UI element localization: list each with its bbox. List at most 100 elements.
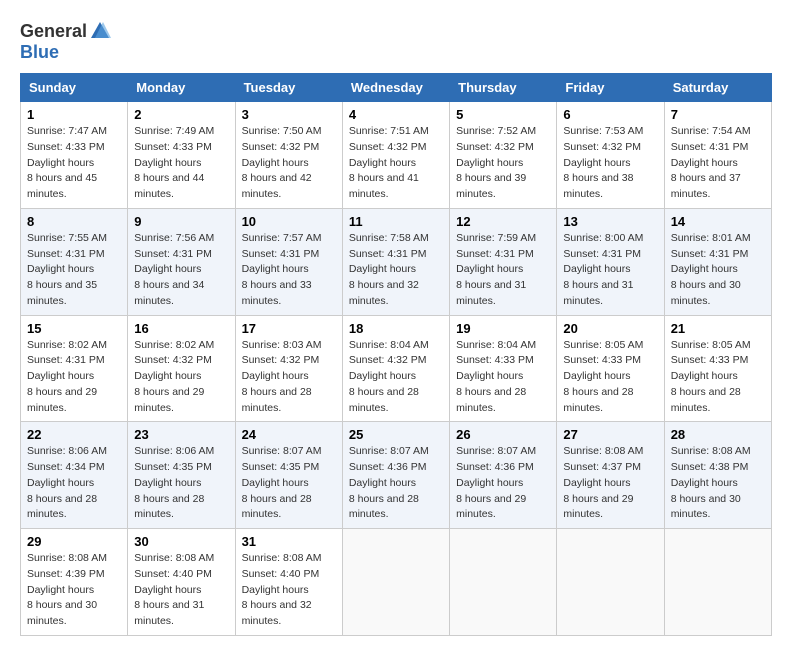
day-info: Sunrise: 8:04 AM Sunset: 4:32 PM Dayligh… xyxy=(349,338,443,417)
day-number: 6 xyxy=(563,107,657,122)
calendar-cell: 10 Sunrise: 7:57 AM Sunset: 4:31 PM Dayl… xyxy=(235,208,342,315)
day-info: Sunrise: 8:08 AM Sunset: 4:37 PM Dayligh… xyxy=(563,444,657,523)
calendar-week-row: 1 Sunrise: 7:47 AM Sunset: 4:33 PM Dayli… xyxy=(21,102,772,209)
logo-blue: Blue xyxy=(20,42,59,63)
calendar-week-row: 22 Sunrise: 8:06 AM Sunset: 4:34 PM Dayl… xyxy=(21,422,772,529)
calendar-cell: 2 Sunrise: 7:49 AM Sunset: 4:33 PM Dayli… xyxy=(128,102,235,209)
daylight-value: 8 hours and 32 minutes. xyxy=(349,279,419,307)
daylight-label: Daylight hours xyxy=(134,263,201,275)
calendar-cell: 15 Sunrise: 8:02 AM Sunset: 4:31 PM Dayl… xyxy=(21,315,128,422)
daylight-label: Daylight hours xyxy=(134,370,201,382)
daylight-value: 8 hours and 28 minutes. xyxy=(456,386,526,414)
sunset-label: Sunset: 4:35 PM xyxy=(134,461,212,473)
daylight-label: Daylight hours xyxy=(563,370,630,382)
daylight-label: Daylight hours xyxy=(27,584,94,596)
day-info: Sunrise: 7:51 AM Sunset: 4:32 PM Dayligh… xyxy=(349,124,443,203)
daylight-label: Daylight hours xyxy=(563,157,630,169)
daylight-value: 8 hours and 28 minutes. xyxy=(563,386,633,414)
calendar-cell: 24 Sunrise: 8:07 AM Sunset: 4:35 PM Dayl… xyxy=(235,422,342,529)
day-number: 18 xyxy=(349,321,443,336)
day-number: 28 xyxy=(671,427,765,442)
calendar-cell: 14 Sunrise: 8:01 AM Sunset: 4:31 PM Dayl… xyxy=(664,208,771,315)
sunset-label: Sunset: 4:32 PM xyxy=(349,141,427,153)
daylight-value: 8 hours and 45 minutes. xyxy=(27,172,97,200)
day-info: Sunrise: 8:08 AM Sunset: 4:40 PM Dayligh… xyxy=(242,551,336,630)
calendar-table: SundayMondayTuesdayWednesdayThursdayFrid… xyxy=(20,73,772,636)
sunrise-label: Sunrise: 7:49 AM xyxy=(134,125,214,137)
header-wednesday: Wednesday xyxy=(342,74,449,102)
calendar-cell: 25 Sunrise: 8:07 AM Sunset: 4:36 PM Dayl… xyxy=(342,422,449,529)
sunrise-label: Sunrise: 8:08 AM xyxy=(242,552,322,564)
sunset-label: Sunset: 4:31 PM xyxy=(671,248,749,260)
calendar-cell: 7 Sunrise: 7:54 AM Sunset: 4:31 PM Dayli… xyxy=(664,102,771,209)
daylight-label: Daylight hours xyxy=(349,477,416,489)
sunrise-label: Sunrise: 8:02 AM xyxy=(134,339,214,351)
day-info: Sunrise: 7:54 AM Sunset: 4:31 PM Dayligh… xyxy=(671,124,765,203)
daylight-value: 8 hours and 29 minutes. xyxy=(456,493,526,521)
day-info: Sunrise: 7:55 AM Sunset: 4:31 PM Dayligh… xyxy=(27,231,121,310)
calendar-cell: 8 Sunrise: 7:55 AM Sunset: 4:31 PM Dayli… xyxy=(21,208,128,315)
day-info: Sunrise: 8:03 AM Sunset: 4:32 PM Dayligh… xyxy=(242,338,336,417)
day-info: Sunrise: 8:05 AM Sunset: 4:33 PM Dayligh… xyxy=(563,338,657,417)
daylight-value: 8 hours and 31 minutes. xyxy=(456,279,526,307)
calendar-cell: 1 Sunrise: 7:47 AM Sunset: 4:33 PM Dayli… xyxy=(21,102,128,209)
calendar-cell: 18 Sunrise: 8:04 AM Sunset: 4:32 PM Dayl… xyxy=(342,315,449,422)
calendar-cell xyxy=(557,529,664,636)
daylight-value: 8 hours and 28 minutes. xyxy=(242,386,312,414)
daylight-value: 8 hours and 30 minutes. xyxy=(671,493,741,521)
header-thursday: Thursday xyxy=(450,74,557,102)
calendar-header-row: SundayMondayTuesdayWednesdayThursdayFrid… xyxy=(21,74,772,102)
sunset-label: Sunset: 4:32 PM xyxy=(134,354,212,366)
sunrise-label: Sunrise: 7:54 AM xyxy=(671,125,751,137)
day-info: Sunrise: 8:02 AM Sunset: 4:31 PM Dayligh… xyxy=(27,338,121,417)
day-number: 30 xyxy=(134,534,228,549)
header-monday: Monday xyxy=(128,74,235,102)
sunrise-label: Sunrise: 7:58 AM xyxy=(349,232,429,244)
sunrise-label: Sunrise: 8:01 AM xyxy=(671,232,751,244)
sunset-label: Sunset: 4:33 PM xyxy=(456,354,534,366)
daylight-label: Daylight hours xyxy=(456,157,523,169)
sunset-label: Sunset: 4:33 PM xyxy=(134,141,212,153)
calendar-cell: 20 Sunrise: 8:05 AM Sunset: 4:33 PM Dayl… xyxy=(557,315,664,422)
logo-icon xyxy=(89,20,111,42)
sunset-label: Sunset: 4:38 PM xyxy=(671,461,749,473)
day-info: Sunrise: 7:50 AM Sunset: 4:32 PM Dayligh… xyxy=(242,124,336,203)
daylight-label: Daylight hours xyxy=(242,263,309,275)
day-info: Sunrise: 7:49 AM Sunset: 4:33 PM Dayligh… xyxy=(134,124,228,203)
sunset-label: Sunset: 4:39 PM xyxy=(27,568,105,580)
day-info: Sunrise: 8:07 AM Sunset: 4:36 PM Dayligh… xyxy=(349,444,443,523)
sunset-label: Sunset: 4:32 PM xyxy=(242,354,320,366)
day-number: 2 xyxy=(134,107,228,122)
day-number: 19 xyxy=(456,321,550,336)
daylight-value: 8 hours and 39 minutes. xyxy=(456,172,526,200)
day-number: 17 xyxy=(242,321,336,336)
calendar-cell: 3 Sunrise: 7:50 AM Sunset: 4:32 PM Dayli… xyxy=(235,102,342,209)
sunset-label: Sunset: 4:34 PM xyxy=(27,461,105,473)
day-number: 1 xyxy=(27,107,121,122)
day-number: 25 xyxy=(349,427,443,442)
daylight-label: Daylight hours xyxy=(27,477,94,489)
calendar-cell: 23 Sunrise: 8:06 AM Sunset: 4:35 PM Dayl… xyxy=(128,422,235,529)
daylight-value: 8 hours and 44 minutes. xyxy=(134,172,204,200)
daylight-label: Daylight hours xyxy=(563,477,630,489)
calendar-cell: 6 Sunrise: 7:53 AM Sunset: 4:32 PM Dayli… xyxy=(557,102,664,209)
daylight-label: Daylight hours xyxy=(671,157,738,169)
calendar-week-row: 8 Sunrise: 7:55 AM Sunset: 4:31 PM Dayli… xyxy=(21,208,772,315)
calendar-cell: 16 Sunrise: 8:02 AM Sunset: 4:32 PM Dayl… xyxy=(128,315,235,422)
calendar-cell: 13 Sunrise: 8:00 AM Sunset: 4:31 PM Dayl… xyxy=(557,208,664,315)
daylight-value: 8 hours and 31 minutes. xyxy=(563,279,633,307)
sunset-label: Sunset: 4:31 PM xyxy=(27,354,105,366)
sunset-label: Sunset: 4:32 PM xyxy=(456,141,534,153)
day-number: 31 xyxy=(242,534,336,549)
daylight-value: 8 hours and 31 minutes. xyxy=(134,599,204,627)
logo: General Blue xyxy=(20,20,111,63)
calendar-cell: 26 Sunrise: 8:07 AM Sunset: 4:36 PM Dayl… xyxy=(450,422,557,529)
calendar-cell xyxy=(450,529,557,636)
daylight-value: 8 hours and 28 minutes. xyxy=(27,493,97,521)
calendar-cell: 21 Sunrise: 8:05 AM Sunset: 4:33 PM Dayl… xyxy=(664,315,771,422)
calendar-cell: 31 Sunrise: 8:08 AM Sunset: 4:40 PM Dayl… xyxy=(235,529,342,636)
sunrise-label: Sunrise: 8:08 AM xyxy=(563,445,643,457)
daylight-value: 8 hours and 41 minutes. xyxy=(349,172,419,200)
day-info: Sunrise: 7:58 AM Sunset: 4:31 PM Dayligh… xyxy=(349,231,443,310)
calendar-cell: 4 Sunrise: 7:51 AM Sunset: 4:32 PM Dayli… xyxy=(342,102,449,209)
